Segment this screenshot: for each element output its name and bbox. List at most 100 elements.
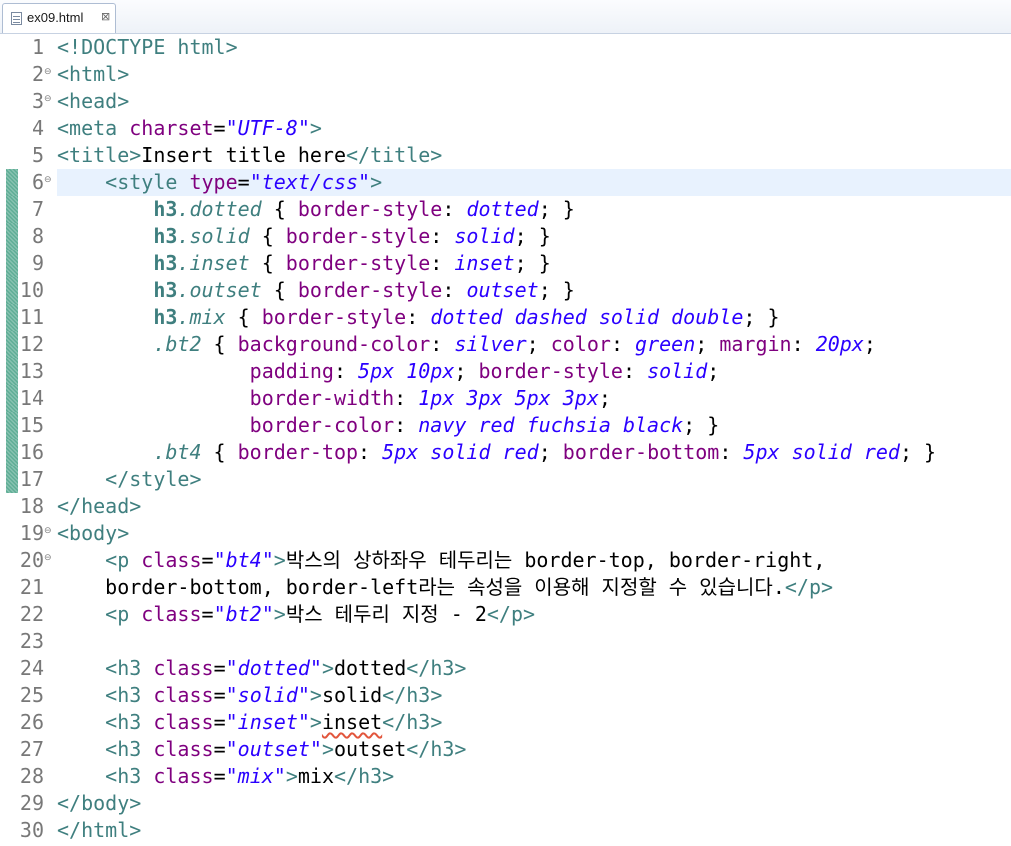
code-token: : <box>394 386 419 410</box>
code-line[interactable]: 3 ⊖ <head> <box>0 88 1011 115</box>
close-tab-icon[interactable]: ⊠ <box>101 10 110 23</box>
code-token: color <box>550 332 611 356</box>
code-token: </title> <box>346 143 443 167</box>
code-token: class <box>153 764 214 788</box>
code-text: <title>Insert title here</title> <box>57 142 442 169</box>
code-line[interactable]: 12 .bt2 { background-color: silver; colo… <box>0 331 1011 358</box>
code-line[interactable]: 28 <h3 class="mix">mix</h3> <box>0 763 1011 790</box>
code-token: ; } <box>683 413 720 437</box>
code-token: </p> <box>784 575 834 599</box>
code-token: </p> <box>486 602 536 626</box>
code-token: <meta <box>57 116 130 140</box>
code-line[interactable]: 27 <h3 class="outset">outset</h3> <box>0 736 1011 763</box>
code-line[interactable]: 11 h3.mix { border-style: dotted dashed … <box>0 304 1011 331</box>
code-token: ; <box>863 332 876 356</box>
code-token: class <box>141 602 202 626</box>
fold-collapse-icon[interactable]: ⊖ <box>44 553 52 563</box>
code-line[interactable]: 23 <box>0 628 1011 655</box>
code-text: <html> <box>57 61 129 88</box>
code-text: h3.outset { border-style: outset; } <box>57 277 574 304</box>
code-token: </h3> <box>382 710 443 734</box>
code-token: = <box>213 656 226 680</box>
code-line[interactable]: 7 h3.dotted { border-style: dotted; } <box>0 196 1011 223</box>
tab-label: ex09.html <box>27 10 84 25</box>
editor-tab-bar: ex09.html ⊠ <box>0 0 1011 34</box>
code-token: = <box>213 764 226 788</box>
code-token: ; <box>707 359 720 383</box>
fold-collapse-icon[interactable]: ⊖ <box>44 526 52 536</box>
code-token: solid <box>647 359 708 383</box>
fold-collapse-icon[interactable]: ⊖ <box>44 175 52 185</box>
code-token: ; } <box>538 197 575 221</box>
code-token: dotted <box>333 656 407 680</box>
code-line[interactable]: 19 ⊖ <body> <box>0 520 1011 547</box>
code-token: class <box>153 656 214 680</box>
code-token: <html> <box>57 62 130 86</box>
quick-diff-marker <box>6 466 18 493</box>
code-token: type <box>189 170 238 194</box>
code-line[interactable]: 10 h3.outset { border-style: outset; } <box>0 277 1011 304</box>
code-line[interactable]: 22 <p class="bt2">박스 테두리 지정 - 2</p> <box>0 601 1011 628</box>
code-line[interactable]: 29 </body> <box>0 790 1011 817</box>
code-token: ; } <box>514 224 551 248</box>
code-line[interactable]: 16 .bt4 { border-top: 5px solid red; bor… <box>0 439 1011 466</box>
code-token: > <box>321 737 334 761</box>
code-token: "outset" <box>225 737 322 761</box>
code-line[interactable]: 13 padding: 5px 10px; border-style: soli… <box>0 358 1011 385</box>
code-line[interactable]: 14 border-width: 1px 3px 5px 3px; <box>0 385 1011 412</box>
code-token: ; <box>695 332 720 356</box>
code-line[interactable]: 5 <title>Insert title here</title> <box>0 142 1011 169</box>
code-token: border-style <box>478 359 623 383</box>
code-token: .inset <box>177 251 250 275</box>
code-token: </h3> <box>334 764 395 788</box>
code-token: 5px solid red <box>382 440 539 464</box>
fold-collapse-icon[interactable]: ⊖ <box>44 94 52 104</box>
code-token: </h3> <box>406 656 467 680</box>
code-line[interactable]: 9 h3.inset { border-style: inset; } <box>0 250 1011 277</box>
code-line[interactable]: 25 <h3 class="solid">solid</h3> <box>0 682 1011 709</box>
code-text: <p class="bt2">박스 테두리 지정 - 2</p> <box>57 601 535 628</box>
code-token: border-width <box>249 386 395 410</box>
code-line[interactable]: 15 border-color: navy red fuchsia black;… <box>0 412 1011 439</box>
code-text: <style type="text/css"> <box>57 169 382 196</box>
code-line[interactable]: 18 </head> <box>0 493 1011 520</box>
code-line[interactable]: 8 h3.solid { border-style: solid; } <box>0 223 1011 250</box>
code-token: > <box>273 548 286 572</box>
code-token: border-style <box>261 305 407 329</box>
fold-collapse-icon[interactable]: ⊖ <box>44 67 52 77</box>
code-token: 1px 3px 5px 3px <box>418 386 599 410</box>
code-line[interactable]: 6 ⊖ <style type="text/css"> <box>0 169 1011 196</box>
tab-ex09-html[interactable]: ex09.html ⊠ <box>2 3 116 33</box>
code-line[interactable]: 4 <meta charset="UTF-8"> <box>0 115 1011 142</box>
code-token: <title> <box>57 143 142 167</box>
code-line[interactable]: 24 <h3 class="dotted">dotted</h3> <box>0 655 1011 682</box>
code-token: border-top <box>237 440 359 464</box>
code-line[interactable]: 26 <h3 class="inset">inset</h3> <box>0 709 1011 736</box>
code-line[interactable]: 17 </style> <box>0 466 1011 493</box>
code-token: { <box>249 251 286 275</box>
code-token: h3 <box>153 278 178 302</box>
code-line[interactable]: 20 ⊖ <p class="bt4">박스의 상하좌우 테두리는 border-… <box>0 547 1011 574</box>
code-line[interactable]: 21 border-bottom, border-left라는 속성을 이용해 … <box>0 574 1011 601</box>
quick-diff-marker <box>6 385 18 412</box>
code-token: border-color <box>249 413 395 437</box>
line-number: 4 <box>31 116 44 140</box>
code-token: : <box>719 440 744 464</box>
code-token: "bt2" <box>213 602 274 626</box>
code-token: = <box>213 683 226 707</box>
code-line[interactable]: 1 <!DOCTYPE html> <box>0 34 1011 61</box>
code-editor[interactable]: 1 <!DOCTYPE html> 2 ⊖ <html> 3 ⊖ <head> 4 <meta c… <box>0 34 1011 846</box>
code-token: : <box>430 224 455 248</box>
code-token: "dotted" <box>225 656 322 680</box>
code-line[interactable]: 2 ⊖ <html> <box>0 61 1011 88</box>
line-number: 9 <box>31 251 44 275</box>
code-token: <style <box>105 170 190 194</box>
code-token: = <box>201 602 214 626</box>
code-line[interactable]: 30 </html> <box>0 817 1011 844</box>
